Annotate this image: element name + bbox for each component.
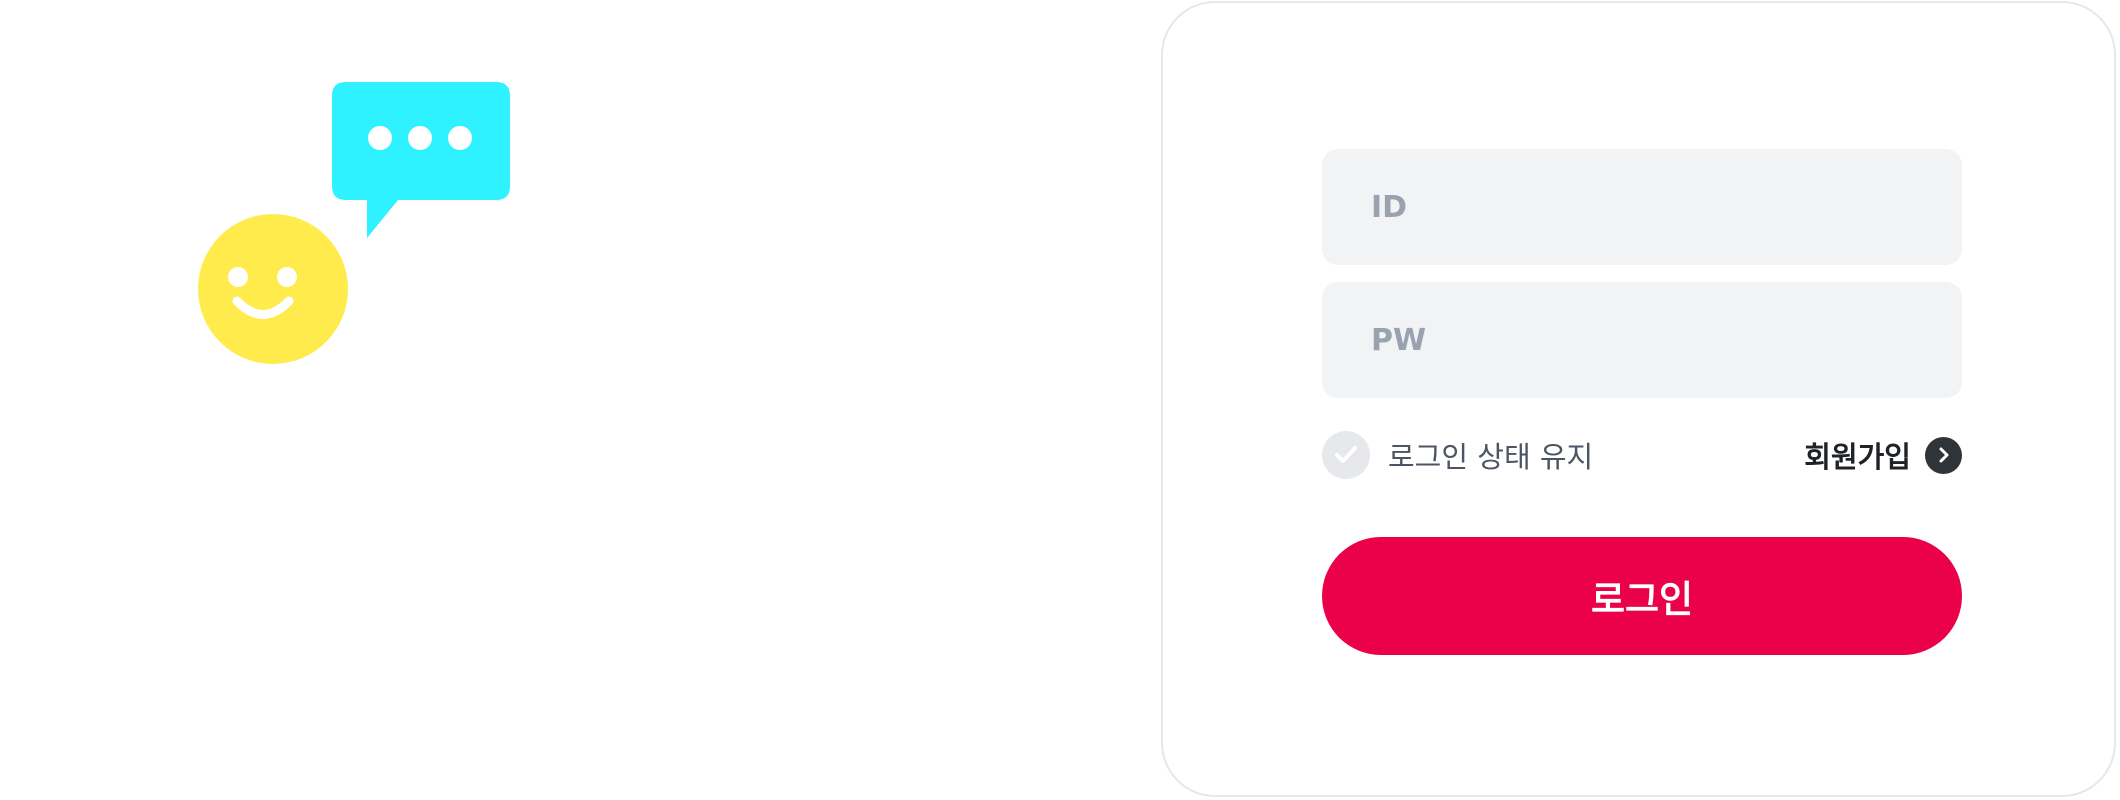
password-field[interactable] [1322,282,1962,398]
login-button[interactable]: 로그인 [1322,537,1962,655]
checkmark-icon[interactable] [1322,431,1370,479]
smiley-face-icon [198,214,348,364]
login-card: 로그인 상태 유지 회원가입 로그인 [1161,1,2116,797]
keep-login-checkbox[interactable]: 로그인 상태 유지 [1322,430,1593,480]
login-options-row: 로그인 상태 유지 회원가입 [1322,430,1962,480]
keep-login-label[interactable]: 로그인 상태 유지 [1388,434,1593,476]
id-input[interactable] [1371,149,1962,265]
chevron-right-icon[interactable] [1925,436,1962,474]
login-button-label: 로그인 [1590,578,1694,621]
speech-bubble-icon [332,82,510,238]
chat-illustration [198,82,510,364]
login-page: 로그인 상태 유지 회원가입 로그인 [0,0,2120,800]
signup-link[interactable]: 회원가입 [1804,430,1962,480]
id-field[interactable] [1322,149,1962,265]
password-input[interactable] [1371,282,1962,398]
signup-label[interactable]: 회원가입 [1804,434,1911,476]
